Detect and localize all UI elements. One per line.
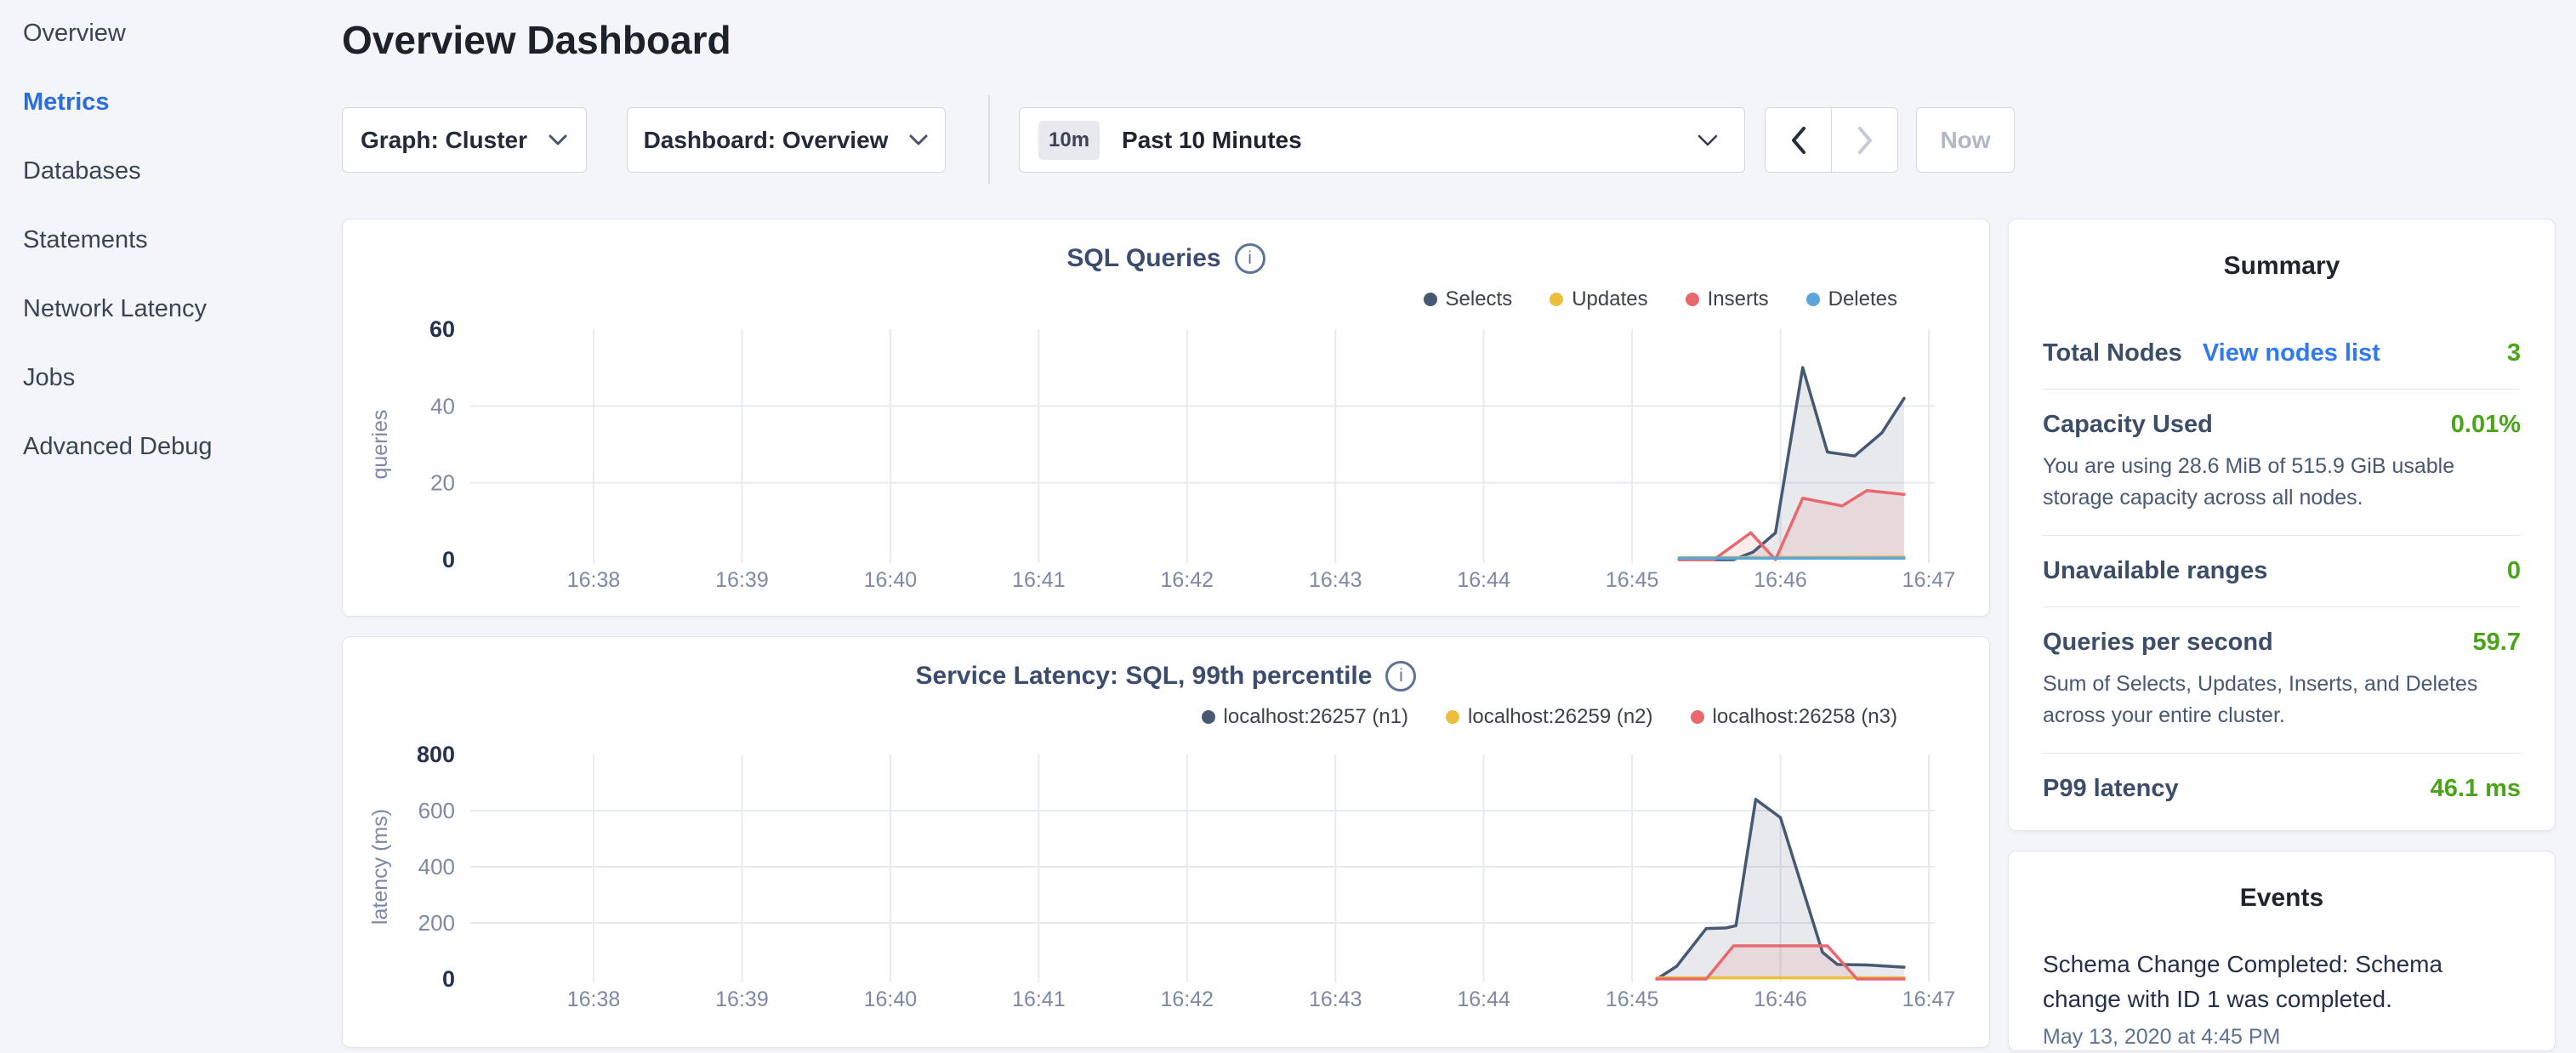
view-nodes-list-link[interactable]: View nodes list xyxy=(2203,339,2380,367)
svg-text:16:46: 16:46 xyxy=(1754,568,1807,592)
events-title: Events xyxy=(2009,884,2555,913)
svg-text:latency (ms): latency (ms) xyxy=(368,809,392,925)
svg-text:16:38: 16:38 xyxy=(567,988,621,1011)
svg-text:16:39: 16:39 xyxy=(715,568,769,592)
svg-text:16:38: 16:38 xyxy=(567,568,621,592)
svg-text:60: 60 xyxy=(429,316,455,342)
svg-text:16:40: 16:40 xyxy=(864,988,918,1011)
summary-row-p99-latency: P99 latency 46.1 ms xyxy=(2043,754,2521,824)
dashboard-dropdown-label: Dashboard: Overview xyxy=(644,127,889,154)
sidebar-item-overview[interactable]: Overview xyxy=(0,20,327,88)
summary-row-total-nodes: Total Nodes View nodes list 3 xyxy=(2043,318,2521,390)
events-panel: Events Schema Change Completed: Schema c… xyxy=(2008,851,2556,1051)
stat-value: 46.1 ms xyxy=(2431,775,2521,803)
svg-text:16:42: 16:42 xyxy=(1160,988,1214,1011)
chevron-down-icon xyxy=(908,134,929,146)
chevron-left-icon xyxy=(1788,124,1810,157)
toolbar-divider xyxy=(988,95,990,184)
sidebar-item-databases[interactable]: Databases xyxy=(0,157,327,226)
sidebar: Overview Metrics Databases Statements Ne… xyxy=(0,0,327,1051)
summary-title: Summary xyxy=(2009,252,2555,281)
chart-canvas: 16:38 16:39 16:40 16:41 16:42 16:43 16:44 16:45… xyxy=(343,219,1991,618)
svg-text:0: 0 xyxy=(442,547,455,572)
event-text: Schema Change Completed: Schema change w… xyxy=(2043,947,2459,1016)
stat-value: 0 xyxy=(2507,557,2521,585)
chart-canvas: 16:38 16:39 16:40 16:41 16:42 16:43 16:44 16:45… xyxy=(343,637,1991,1049)
service-latency-chart[interactable]: 16:38 16:39 16:40 16:41 16:42 16:43 16:44 16:45… xyxy=(343,637,1989,1047)
chevron-down-icon xyxy=(1697,134,1719,147)
sidebar-item-jobs[interactable]: Jobs xyxy=(0,364,327,433)
stat-label: Total Nodes xyxy=(2043,339,2182,367)
svg-text:16:46: 16:46 xyxy=(1754,988,1807,1011)
svg-text:16:41: 16:41 xyxy=(1012,568,1066,592)
summary-panel: Summary Total Nodes View nodes list 3 Ca… xyxy=(2008,219,2556,831)
svg-text:40: 40 xyxy=(430,393,455,418)
page-title: Overview Dashboard xyxy=(342,17,731,63)
sql-queries-chart[interactable]: 16:38 16:39 16:40 16:41 16:42 16:43 16:44 16:45… xyxy=(343,219,1989,616)
summary-row-queries-per-second: Queries per second 59.7 Sum of Selects, … xyxy=(2043,607,2521,754)
sidebar-item-metrics[interactable]: Metrics xyxy=(0,88,327,157)
time-range-picker[interactable]: 10m Past 10 Minutes xyxy=(1019,107,1745,173)
chevron-down-icon xyxy=(548,134,568,146)
svg-text:16:43: 16:43 xyxy=(1309,988,1362,1011)
svg-text:16:40: 16:40 xyxy=(864,568,918,592)
svg-text:16:45: 16:45 xyxy=(1606,988,1659,1011)
time-next-button[interactable] xyxy=(1831,108,1897,172)
summary-row-capacity-used: Capacity Used 0.01% You are using 28.6 M… xyxy=(2043,390,2521,536)
event-list-item[interactable]: Schema Change Completed: Schema change w… xyxy=(2043,947,2521,1050)
stat-label: P99 latency xyxy=(2043,775,2179,803)
svg-text:queries: queries xyxy=(368,410,392,480)
svg-text:16:47: 16:47 xyxy=(1902,988,1956,1011)
svg-text:16:43: 16:43 xyxy=(1309,568,1362,592)
svg-text:400: 400 xyxy=(418,854,455,879)
svg-text:16:42: 16:42 xyxy=(1160,568,1214,592)
stat-label: Capacity Used xyxy=(2043,411,2213,439)
dashboard-dropdown[interactable]: Dashboard: Overview xyxy=(627,107,946,173)
svg-text:16:44: 16:44 xyxy=(1457,568,1510,592)
stat-value: 0.01% xyxy=(2451,411,2521,439)
time-range-badge: 10m xyxy=(1038,121,1100,160)
svg-text:0: 0 xyxy=(442,966,455,992)
time-prev-button[interactable] xyxy=(1766,108,1831,172)
svg-text:800: 800 xyxy=(417,742,455,767)
time-pager xyxy=(1765,107,1898,173)
time-range-label: Past 10 Minutes xyxy=(1122,127,1302,154)
stat-value: 3 xyxy=(2507,339,2521,367)
service-latency-chart-card: Service Latency: SQL, 99th percentile i … xyxy=(342,636,1990,1048)
svg-text:200: 200 xyxy=(418,910,455,936)
sidebar-item-advanced-debug[interactable]: Advanced Debug xyxy=(0,433,327,502)
graph-dropdown[interactable]: Graph: Cluster xyxy=(342,107,587,173)
sidebar-item-statements[interactable]: Statements xyxy=(0,226,327,295)
svg-text:20: 20 xyxy=(430,470,455,496)
event-timestamp: May 13, 2020 at 4:45 PM xyxy=(2043,1025,2521,1050)
now-button[interactable]: Now xyxy=(1916,107,2015,173)
chevron-right-icon xyxy=(1854,124,1876,157)
graph-dropdown-label: Graph: Cluster xyxy=(361,127,527,154)
sql-queries-chart-card: SQL Queries i SelectsUpdatesInsertsDelet… xyxy=(342,219,1990,617)
svg-text:16:45: 16:45 xyxy=(1606,568,1659,592)
svg-text:16:44: 16:44 xyxy=(1457,988,1510,1011)
summary-row-unavailable-ranges: Unavailable ranges 0 xyxy=(2043,536,2521,607)
svg-text:600: 600 xyxy=(418,798,455,823)
svg-text:16:41: 16:41 xyxy=(1012,988,1066,1011)
stat-description: You are using 28.6 MiB of 515.9 GiB usab… xyxy=(2043,451,2521,514)
stat-label: Queries per second xyxy=(2043,629,2273,657)
stat-value: 59.7 xyxy=(2473,629,2521,657)
stat-label: Unavailable ranges xyxy=(2043,557,2267,585)
stat-description: Sum of Selects, Updates, Inserts, and De… xyxy=(2043,669,2521,731)
sidebar-item-network-latency[interactable]: Network Latency xyxy=(0,295,327,364)
svg-text:16:47: 16:47 xyxy=(1902,568,1956,592)
svg-text:16:39: 16:39 xyxy=(715,988,769,1011)
